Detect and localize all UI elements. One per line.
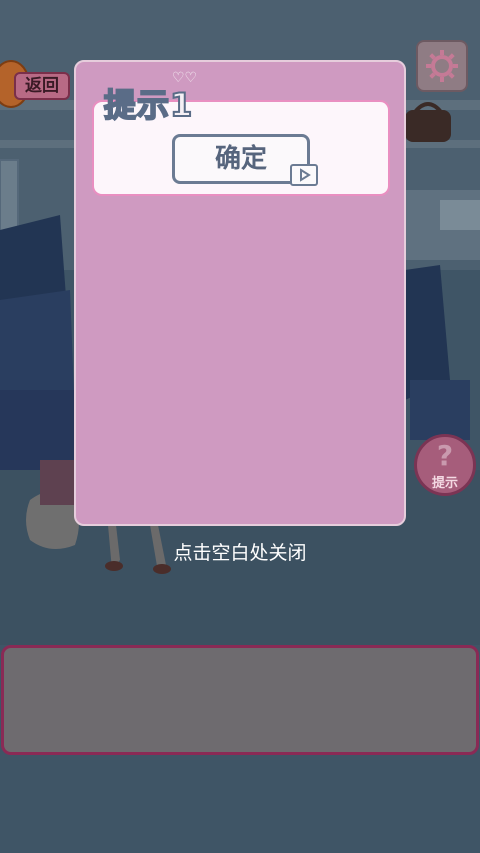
close-hint-text: 点击空白处关闭 [173,542,307,564]
dialog-title: 提示1 [103,85,194,125]
play-video-icon[interactable] [290,164,318,186]
hint-dialog: ♡♡ 确定 提示1 [74,60,406,526]
back-button[interactable]: 返回 [0,60,70,108]
settings-button[interactable] [416,40,468,92]
gear-icon [426,50,458,82]
answer-panel [1,645,479,755]
question-mark-icon: ? [436,439,454,472]
hint-button-label: 提示 [431,476,458,491]
back-button-label: 返回 [14,72,70,100]
hint-button[interactable]: ? 提示 [414,434,476,496]
